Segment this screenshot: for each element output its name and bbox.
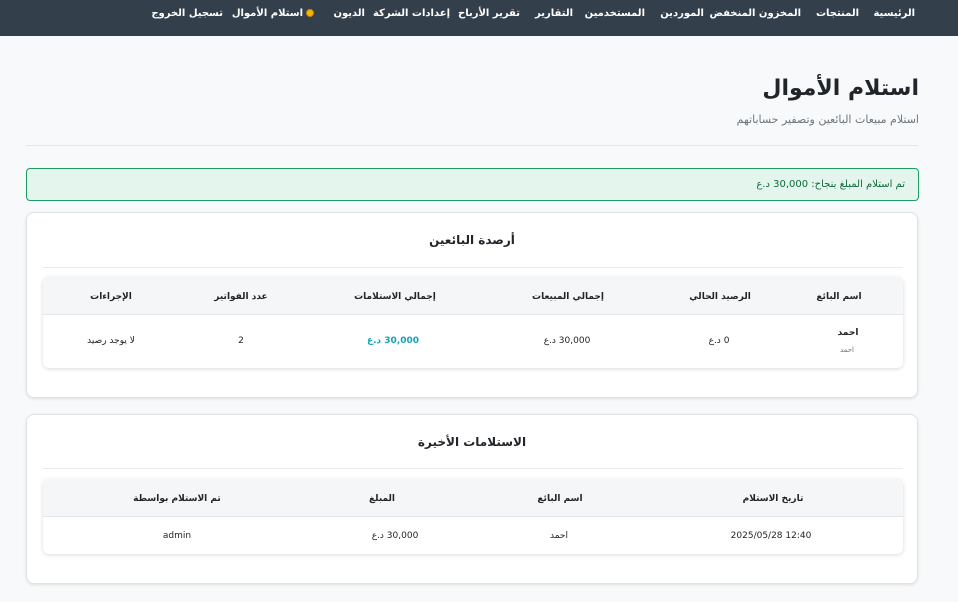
recent-receipts-title: الاستلامات الأخيرة (417, 435, 527, 449)
page-subtitle: استلام مبيعات البائعين وتصفير حساباتهم (736, 113, 919, 126)
seller-balances-divider (43, 267, 903, 268)
total-sales: 30,000 د.ع (543, 336, 591, 346)
nav-debts[interactable]: الديون (333, 8, 365, 19)
nav-low-stock[interactable]: المخزون المنخفض (709, 8, 801, 19)
nav-receive-money[interactable]: استلام الأموال (232, 8, 314, 19)
receipt-date: 2025/05/28 12:40 (730, 531, 812, 541)
th-recent-seller-name: اسم البائع (537, 494, 583, 504)
nav-profit-report[interactable]: تقرير الأرباح (458, 8, 520, 19)
th-total-receipts: إجمالي الاستلامات (354, 292, 436, 302)
nav-products[interactable]: المنتجات (816, 8, 859, 19)
seller-balances-table-header (43, 277, 903, 315)
receipt-amount: 30,000 د.ع (371, 531, 419, 541)
total-receipts: 30,000 د.ع (366, 336, 420, 346)
success-alert-message: تم استلام المبلغ بنجاح: 30,000 د.ع (756, 179, 905, 190)
nav-users[interactable]: المستخدمين (585, 8, 645, 19)
top-navbar: الرئيسية المنتجات المخزون المنخفض المورد… (0, 0, 958, 36)
invoice-count: 2 (238, 336, 244, 346)
nav-home[interactable]: الرئيسية (873, 8, 915, 19)
nav-suppliers[interactable]: الموردين (660, 8, 704, 19)
th-amount: المبلغ (369, 494, 395, 504)
seller-balances-table: اسم البائع الرصيد الحالي إجمالي المبيعات… (43, 277, 903, 368)
th-actions: الإجراءات (90, 292, 132, 302)
nav-company-settings[interactable]: إعدادات الشركة (373, 8, 450, 19)
nav-logout[interactable]: تسجيل الخروج (151, 8, 223, 19)
recent-receipts-table: تاريخ الاستلام اسم البائع المبلغ تم الاس… (43, 479, 903, 554)
seller-balances-card: أرصدة البائعين اسم البائع الرصيد الحالي … (26, 212, 918, 398)
received-by: admin (162, 531, 192, 541)
current-balance: 0 د.ع (708, 336, 730, 346)
seller-balances-title: أرصدة البائعين (429, 233, 515, 247)
seller-username: احمد (840, 346, 854, 354)
nav-reports[interactable]: التقارير (535, 8, 573, 19)
th-total-sales: إجمالي المبيعات (532, 292, 604, 302)
recent-seller-name: احمد (550, 531, 568, 541)
success-alert: تم استلام المبلغ بنجاح: 30,000 د.ع (26, 168, 919, 201)
recent-receipts-card: الاستلامات الأخيرة تاريخ الاستلام اسم ال… (26, 414, 918, 584)
th-received-by: تم الاستلام بواسطة (133, 494, 221, 504)
nav-receive-money-label: استلام الأموال (231, 8, 303, 19)
th-seller-name: اسم البائع (816, 292, 862, 302)
seller-name: احمد (837, 328, 859, 338)
money-bag-icon (306, 9, 314, 17)
th-current-balance: الرصيد الحالي (689, 292, 751, 302)
page-title: استلام الأموال (762, 76, 919, 101)
no-balance-text: لا يوجد رصيد (87, 336, 135, 346)
recent-receipts-divider (43, 468, 903, 469)
th-receipt-date: تاريخ الاستلام (742, 494, 804, 504)
header-divider (26, 145, 918, 146)
th-invoice-count: عدد الفواتير (214, 292, 268, 302)
